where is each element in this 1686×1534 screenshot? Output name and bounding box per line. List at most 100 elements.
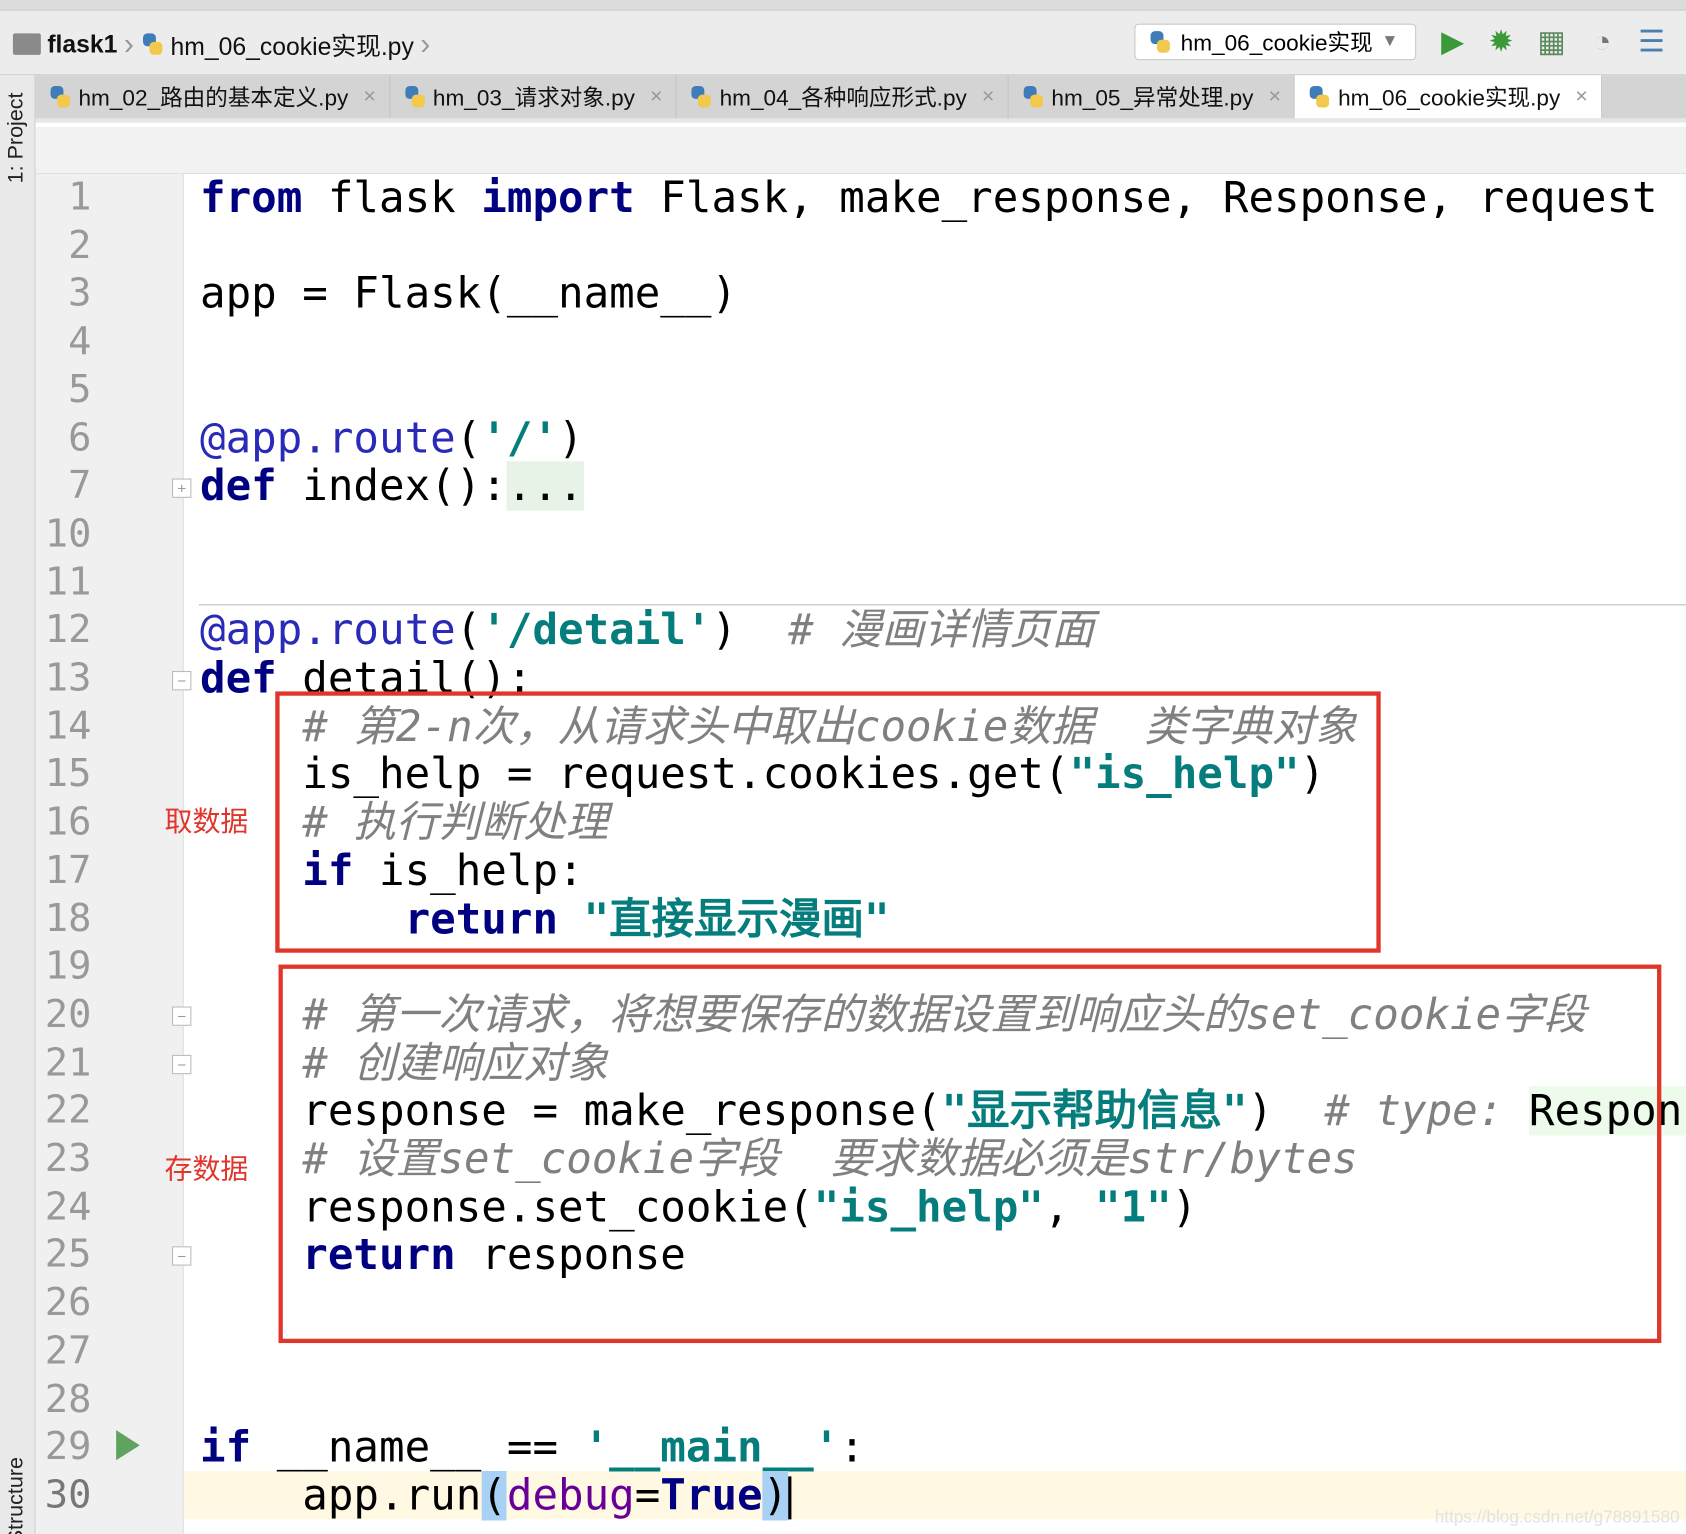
line-number: 29: [44, 1424, 92, 1470]
coverage-icon[interactable]: ▦: [1534, 25, 1568, 59]
fold-expand-icon[interactable]: +: [172, 478, 192, 498]
plain-token: Flask, make_response, Response, request: [634, 173, 1658, 223]
python-file-icon: [48, 84, 72, 110]
run-icon[interactable]: ▶: [1436, 25, 1470, 59]
code-text[interactable]: from flask import Flask, make_response, …: [200, 174, 1658, 222]
kw-token: from: [200, 173, 303, 223]
line-number: 19: [44, 944, 92, 989]
line-number: 7: [68, 463, 92, 508]
line-number: 24: [44, 1184, 92, 1229]
plain-token: ): [711, 605, 789, 656]
line-number: 25: [44, 1232, 92, 1277]
annotation-get-data: 取数据: [164, 805, 249, 838]
tab-2[interactable]: hm_04_各种响应形式.py ×: [677, 75, 1009, 119]
tab-3[interactable]: hm_05_异常处理.py ×: [1008, 75, 1296, 119]
line-number: 28: [44, 1376, 92, 1422]
code-text[interactable]: def index():...: [200, 461, 584, 511]
plain-token: (: [455, 413, 482, 463]
code-text[interactable]: @app.route('/'): [200, 413, 584, 463]
tab-label: hm_05_异常处理.py: [1051, 86, 1254, 111]
code-text[interactable]: if __name__ == '__main__':: [200, 1424, 865, 1472]
line-number: 18: [44, 896, 92, 941]
code-text[interactable]: @app.route('/detail') # 漫画详情页面: [200, 605, 1094, 656]
python-file-icon: [1021, 84, 1045, 110]
code-text[interactable]: app.run(debug=True): [200, 1470, 792, 1521]
fold-end-icon[interactable]: −: [172, 1246, 192, 1266]
plain-token: ): [558, 413, 584, 463]
tab-0[interactable]: hm_02_路由的基本定义.py ×: [35, 75, 390, 119]
editor-breadcrumb-bar: [35, 126, 1686, 175]
chevron-down-icon: ▼: [1381, 32, 1399, 51]
breadcrumb-file[interactable]: hm_06_cookie实现.py: [170, 26, 413, 63]
profile-icon[interactable]: ◔: [1585, 25, 1619, 59]
line-number: 21: [44, 1040, 92, 1085]
line-number: 20: [44, 992, 92, 1037]
line-number: 22: [44, 1088, 92, 1133]
run-configuration-select[interactable]: hm_06_cookie实现 ▼: [1134, 23, 1417, 61]
fold-token: ...: [506, 461, 584, 511]
bracket-token: (: [481, 1470, 507, 1521]
kw-token: import: [481, 173, 635, 223]
editor-tabs: hm_02_路由的基本定义.py × hm_03_请求对象.py × hm_04_各种响…: [35, 75, 1686, 123]
plain-token: flask: [302, 173, 482, 223]
line-number: 14: [44, 703, 92, 749]
close-tab-icon[interactable]: ×: [1269, 84, 1282, 109]
kw-token: True: [660, 1470, 763, 1521]
python-file-icon: [689, 84, 713, 110]
line-number: 16: [44, 800, 92, 845]
python-file-icon: [140, 31, 164, 57]
code-line: 11: [0, 559, 1686, 607]
project-tool-button[interactable]: 1: Project: [4, 92, 29, 183]
dec-token: @app.route: [200, 413, 456, 463]
code-line: 30 app.run(debug=True): [0, 1470, 1686, 1521]
chevron-right-icon: ›: [420, 26, 431, 61]
fold-collapse-icon[interactable]: −: [172, 1006, 192, 1026]
run-gutter-icon[interactable]: [116, 1430, 140, 1461]
line-number: 23: [44, 1136, 92, 1181]
plain-token: __name__ ==: [251, 1422, 584, 1473]
code-line: 12 @app.route('/detail') # 漫画详情页面: [0, 605, 1686, 656]
dec-token: @app.route: [200, 605, 456, 656]
line-number: 2: [68, 223, 92, 268]
python-file-icon: [403, 84, 427, 110]
line-number: 11: [44, 559, 92, 604]
line-number: 30: [44, 1473, 92, 1518]
line-number: 5: [68, 367, 92, 412]
plain-token: app.run: [200, 1470, 482, 1521]
str-token: '/detail': [481, 605, 712, 656]
bracket-token: ): [762, 1470, 789, 1521]
param-token: debug: [506, 1470, 635, 1521]
close-tab-icon[interactable]: ×: [1575, 84, 1588, 109]
fold-collapse-icon[interactable]: −: [172, 670, 192, 691]
line-number: 26: [44, 1280, 92, 1325]
plain-token: :: [839, 1422, 865, 1473]
close-tab-icon[interactable]: ×: [363, 84, 376, 109]
tab-label: hm_04_各种响应形式.py: [719, 86, 967, 111]
close-tab-icon[interactable]: ×: [650, 84, 663, 109]
plain-token: app = Flask(__name__): [200, 269, 738, 319]
code-text[interactable]: app = Flask(__name__): [200, 270, 737, 318]
tab-1[interactable]: hm_03_请求对象.py ×: [390, 75, 677, 119]
close-tab-icon[interactable]: ×: [982, 84, 995, 109]
line-number: 6: [68, 415, 92, 460]
code-line: 10: [0, 511, 1686, 559]
plain-token: (: [455, 605, 482, 656]
code-line: 2: [0, 222, 1686, 270]
tab-4[interactable]: hm_06_cookie实现.py ×: [1295, 75, 1602, 119]
kw-token: def: [200, 653, 277, 704]
annotation-box-get-cookie: [275, 691, 1381, 953]
line-number: 4: [68, 319, 92, 364]
tab-label: hm_06_cookie实现.py: [1338, 86, 1561, 111]
code-line: 5: [0, 366, 1686, 414]
watermark: https://blog.csdn.net/g78891580: [1434, 1508, 1680, 1527]
line-number: 12: [44, 607, 92, 652]
build-icon[interactable]: ☰: [1634, 25, 1668, 59]
line-number: 15: [44, 752, 92, 797]
run-configuration-label: hm_06_cookie实现: [1180, 31, 1373, 56]
annotation-box-set-cookie: [278, 964, 1662, 1344]
debug-icon[interactable]: ✹: [1484, 25, 1518, 59]
fold-collapse-icon[interactable]: −: [172, 1054, 192, 1075]
code-line: 28: [0, 1376, 1686, 1424]
breadcrumb-project[interactable]: flask1: [47, 30, 117, 59]
annotation-set-data: 存数据: [164, 1152, 249, 1185]
